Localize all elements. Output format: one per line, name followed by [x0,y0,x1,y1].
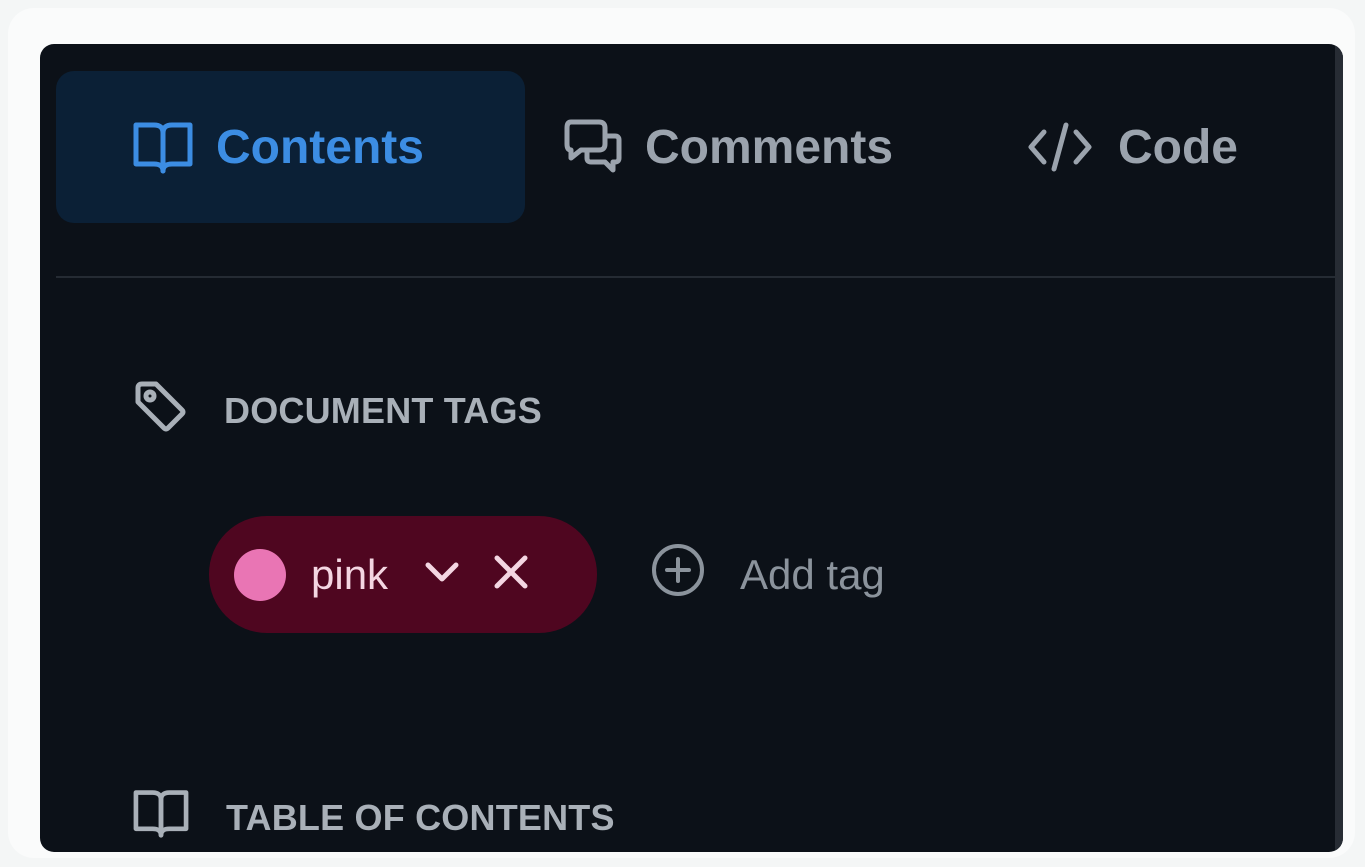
window-frame: Contents Comments Code DOCUMENT TAGS pin… [8,8,1355,858]
add-tag-label: Add tag [740,551,885,598]
divider [56,276,1335,278]
tag-icon [132,378,188,443]
tag-chip[interactable]: pink [209,516,597,633]
tab-label: Comments [645,120,894,174]
side-panel: Contents Comments Code DOCUMENT TAGS pin… [40,44,1343,852]
close-icon[interactable] [494,555,528,594]
tab-code[interactable]: Code [1028,71,1238,223]
tag-name: pink [311,550,389,598]
code-icon [1028,122,1092,172]
section-title: TABLE OF CONTENTS [226,796,615,838]
comments-icon [563,118,623,176]
tab-label: Code [1118,120,1238,174]
plus-circle-icon [650,542,706,608]
add-tag-button[interactable]: Add tag [650,542,885,608]
tab-contents[interactable]: Contents [56,71,525,223]
chevron-down-icon[interactable] [424,560,460,589]
tab-label: Contents [216,120,424,174]
document-tags-heading: DOCUMENT TAGS [132,378,542,443]
tag-color-dot [234,548,286,601]
book-icon [132,787,190,848]
tab-comments[interactable]: Comments [563,71,893,223]
book-icon [132,119,194,175]
section-title: DOCUMENT TAGS [224,389,542,431]
tab-bar: Contents Comments Code [40,44,1343,276]
table-of-contents-heading: TABLE OF CONTENTS [132,787,615,848]
